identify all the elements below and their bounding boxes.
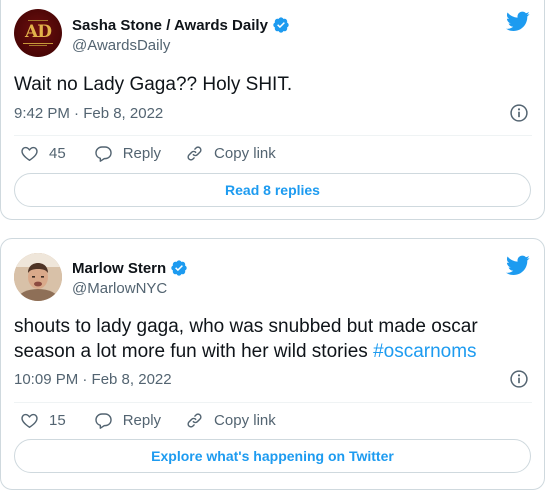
tweet-card[interactable]: AD Sasha Stone / Awards Daily @AwardsDai… xyxy=(0,0,545,220)
reply-label: Reply xyxy=(122,412,162,429)
tweet-text-segment: season a lot more fun with her wild stor… xyxy=(14,341,374,362)
twitter-bird-icon[interactable] xyxy=(506,253,530,277)
author-name-row: Marlow Stern xyxy=(72,259,188,277)
like-count: 15 xyxy=(49,412,66,429)
reply-icon xyxy=(94,146,112,162)
avatar-ornament xyxy=(28,20,48,21)
tweet-text: Wait no Lady Gaga?? Holy SHIT. xyxy=(14,74,293,95)
reply-icon xyxy=(94,413,112,429)
info-icon[interactable] xyxy=(509,103,529,123)
tweet-timestamp[interactable]: 10:09 PM · Feb 8, 2022 xyxy=(14,371,172,388)
verified-badge-icon xyxy=(273,17,289,33)
copy-link-label: Copy link xyxy=(214,412,276,429)
divider xyxy=(14,402,532,403)
tweet-text: shouts to lady gaga, who was snubbed but… xyxy=(14,314,534,364)
like-button[interactable]: 15 xyxy=(20,411,66,430)
info-icon[interactable] xyxy=(509,369,529,389)
verified-badge-icon xyxy=(171,260,187,276)
author-handle[interactable]: @MarlowNYC xyxy=(72,280,167,297)
action-bar: 45 Reply Copy link xyxy=(20,144,276,163)
read-replies-button[interactable]: Read 8 replies xyxy=(14,173,531,207)
twitter-bird-icon[interactable] xyxy=(506,9,530,33)
like-button[interactable]: 45 xyxy=(20,144,66,163)
tweet-timestamp[interactable]: 9:42 PM · Feb 8, 2022 xyxy=(14,105,163,122)
tweet-text-line: shouts to lady gaga, who was snubbed but… xyxy=(14,316,478,337)
tweet-text-line: season a lot more fun with her wild stor… xyxy=(14,339,534,364)
avatar-ornament xyxy=(23,43,53,44)
author-name[interactable]: Sasha Stone / Awards Daily xyxy=(72,17,268,34)
tweet-card[interactable]: Marlow Stern @MarlowNYC shouts to lady g… xyxy=(0,238,545,490)
copy-link-label: Copy link xyxy=(214,145,276,162)
author-handle[interactable]: @AwardsDaily xyxy=(72,37,170,54)
link-icon xyxy=(187,146,202,161)
reply-button[interactable]: Reply xyxy=(94,411,161,430)
heart-icon xyxy=(21,146,38,161)
avatar-logo-text: AD xyxy=(25,22,52,42)
avatar[interactable] xyxy=(14,253,62,301)
hashtag-link[interactable]: #oscarnoms xyxy=(373,341,477,362)
heart-icon xyxy=(21,413,38,428)
copy-link-button[interactable]: Copy link xyxy=(185,411,276,430)
like-count: 45 xyxy=(49,145,66,162)
reply-button[interactable]: Reply xyxy=(94,144,161,163)
author-name-row: Sasha Stone / Awards Daily xyxy=(72,16,290,34)
avatar-ornament xyxy=(29,45,47,46)
action-bar: 15 Reply Copy link xyxy=(20,411,276,430)
explore-twitter-button[interactable]: Explore what's happening on Twitter xyxy=(14,439,531,473)
divider xyxy=(14,135,532,136)
reply-label: Reply xyxy=(122,145,162,162)
avatar-photo xyxy=(14,253,62,301)
avatar[interactable]: AD xyxy=(14,9,62,57)
copy-link-button[interactable]: Copy link xyxy=(185,144,276,163)
author-name[interactable]: Marlow Stern xyxy=(72,260,166,277)
link-icon xyxy=(187,413,202,428)
